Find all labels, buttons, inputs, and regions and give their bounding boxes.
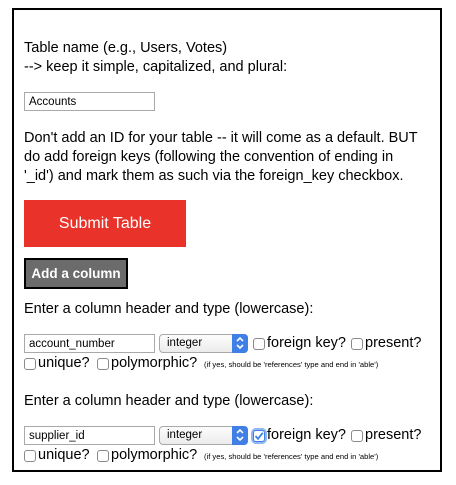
column-1-polymorphic-checkbox[interactable]	[97, 358, 109, 370]
column-2-present-label: present?	[365, 427, 422, 443]
column-1-polymorphic-hint: (if yes, should be 'references' type and…	[204, 360, 379, 369]
column-1-header-label: Enter a column header and type (lowercas…	[24, 301, 314, 317]
column-1-name-input[interactable]	[24, 334, 155, 353]
column-2-polymorphic-hint: (if yes, should be 'references' type and…	[204, 452, 379, 461]
column-1-polymorphic-label: polymorphic?	[111, 355, 198, 371]
table-name-hint: --> keep it simple, capitalized, and plu…	[24, 59, 288, 75]
column-1-present-checkbox[interactable]	[351, 338, 363, 350]
submit-table-button[interactable]: Submit Table	[24, 200, 186, 247]
column-2-type-value: integer	[167, 429, 203, 441]
column-1-unique-checkbox[interactable]	[24, 358, 36, 370]
column-2-unique-checkbox[interactable]	[24, 450, 36, 462]
table-name-label: Table name (e.g., Users, Votes)	[24, 40, 228, 56]
add-column-button[interactable]: Add a column	[24, 258, 128, 289]
column-1-type-select[interactable]: integer	[159, 334, 248, 353]
form-container: Table name (e.g., Users, Votes) --> keep…	[12, 8, 442, 472]
column-2-name-input[interactable]	[24, 426, 155, 445]
column-2-foreign-key-label: foreign key?	[267, 427, 346, 443]
column-2-unique-label: unique?	[38, 447, 90, 463]
instructions-line-1: Don't add an ID for your table -- it wil…	[24, 130, 418, 146]
column-2-present-checkbox[interactable]	[351, 430, 363, 442]
instructions-line-3: '_id') and mark them as such via the for…	[24, 168, 404, 184]
table-name-input[interactable]	[24, 92, 155, 111]
column-2-header-label: Enter a column header and type (lowercas…	[24, 393, 314, 409]
column-2-foreign-key-checkbox[interactable]	[253, 430, 265, 442]
column-2-type-select[interactable]: integer	[159, 426, 248, 445]
instructions-line-2: do add foreign keys (following the conve…	[24, 149, 394, 165]
column-1-foreign-key-label: foreign key?	[267, 335, 346, 351]
select-arrows-icon	[232, 426, 248, 445]
select-arrows-icon	[232, 334, 248, 353]
column-1-present-label: present?	[365, 335, 422, 351]
column-2-polymorphic-label: polymorphic?	[111, 447, 198, 463]
column-1-unique-label: unique?	[38, 355, 90, 371]
column-2-polymorphic-checkbox[interactable]	[97, 450, 109, 462]
checkmark-icon	[254, 432, 264, 441]
column-1-foreign-key-checkbox[interactable]	[253, 338, 265, 350]
column-1-type-value: integer	[167, 337, 203, 349]
